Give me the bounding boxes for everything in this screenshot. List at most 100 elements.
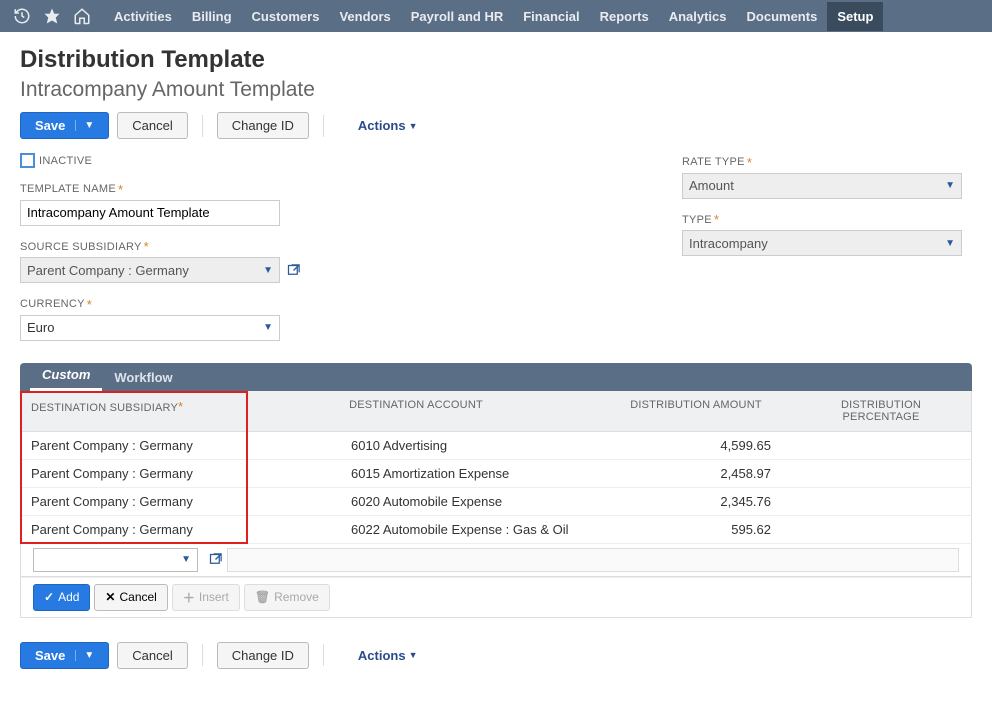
save-button-label: Save — [35, 118, 65, 133]
star-icon[interactable] — [38, 2, 66, 30]
type-value: Intracompany — [689, 236, 768, 251]
plus-icon: ＋ — [183, 589, 195, 606]
col-header-percentage: DISTRIBUTION PERCENTAGE — [791, 391, 971, 431]
actions-menu[interactable]: Actions ▼ — [358, 118, 418, 133]
cell-subsidiary: Parent Company : Germany — [21, 488, 231, 515]
nav-item-customers[interactable]: Customers — [242, 2, 330, 31]
actions-menu-bottom[interactable]: Actions ▼ — [358, 648, 418, 663]
top-nav: ActivitiesBillingCustomersVendorsPayroll… — [0, 0, 992, 32]
save-split-caret[interactable]: ▼ — [75, 120, 94, 131]
grid-header: DESTINATION SUBSIDIARY* DESTINATION ACCO… — [21, 391, 971, 432]
chevron-down-icon: ▼ — [945, 238, 955, 249]
table-row[interactable]: Parent Company : Germany6010 Advertising… — [21, 432, 971, 460]
nav-item-setup[interactable]: Setup — [827, 2, 883, 31]
save-button-bottom[interactable]: Save ▼ — [20, 642, 109, 669]
grid-add-label: Add — [58, 590, 79, 604]
col-header-amount: DISTRIBUTION AMOUNT — [611, 391, 791, 431]
grid-cancel-button[interactable]: ✕ Cancel — [94, 584, 167, 611]
source-subsidiary-label: SOURCE SUBSIDIARY* — [20, 239, 149, 254]
actions-label: Actions — [358, 648, 406, 663]
cell-amount: 4,599.65 — [611, 432, 791, 459]
trash-icon: 🗑 — [255, 590, 270, 604]
inactive-checkbox[interactable] — [20, 153, 35, 168]
template-name-input[interactable] — [20, 200, 280, 226]
save-split-caret[interactable]: ▼ — [75, 650, 94, 661]
cancel-button[interactable]: Cancel — [117, 112, 187, 139]
tab-workflow[interactable]: Workflow — [102, 365, 184, 391]
cell-amount: 2,345.76 — [611, 488, 791, 515]
nav-item-vendors[interactable]: Vendors — [329, 2, 400, 31]
chevron-down-icon: ▼ — [945, 180, 955, 191]
change-id-button-bottom[interactable]: Change ID — [217, 642, 309, 669]
col-header-subsidiary: DESTINATION SUBSIDIARY* — [21, 391, 231, 431]
source-subsidiary-value: Parent Company : Germany — [27, 263, 189, 278]
type-select[interactable]: Intracompany ▼ — [682, 230, 962, 256]
grid-insert-label: Insert — [199, 590, 229, 604]
cancel-button-bottom[interactable]: Cancel — [117, 642, 187, 669]
nav-item-payroll-and-hr[interactable]: Payroll and HR — [401, 2, 513, 31]
grid-add-button[interactable]: ✓ Add — [33, 584, 90, 611]
table-row[interactable]: Parent Company : Germany6022 Automobile … — [21, 516, 971, 544]
cell-subsidiary: Parent Company : Germany — [21, 460, 231, 487]
chevron-down-icon: ▼ — [409, 121, 418, 131]
nav-item-billing[interactable]: Billing — [182, 2, 242, 31]
inactive-label: INACTIVE — [39, 155, 92, 167]
chevron-down-icon: ▼ — [263, 265, 273, 276]
rate-type-label: RATE TYPE* — [682, 155, 752, 170]
col-header-account: DESTINATION ACCOUNT — [231, 391, 611, 431]
page-subtitle: Intracompany Amount Template — [20, 78, 972, 102]
history-icon[interactable] — [8, 2, 36, 30]
nav-item-documents[interactable]: Documents — [737, 2, 828, 31]
bottom-button-bar: Save ▼ Cancel Change ID Actions ▼ — [20, 642, 972, 669]
cell-account: 6010 Advertising — [231, 432, 611, 459]
cell-percentage — [791, 516, 971, 543]
cell-amount: 595.62 — [611, 516, 791, 543]
grid-insert-button: ＋ Insert — [172, 584, 240, 611]
x-icon: ✕ — [105, 590, 115, 604]
cell-subsidiary: Parent Company : Germany — [21, 516, 231, 543]
save-button-label: Save — [35, 648, 65, 663]
separator — [202, 644, 203, 666]
cell-account: 6022 Automobile Expense : Gas & Oil — [231, 516, 611, 543]
nav-item-activities[interactable]: Activities — [104, 2, 182, 31]
popout-icon[interactable] — [208, 552, 223, 567]
chevron-down-icon: ▼ — [263, 322, 273, 333]
change-id-button[interactable]: Change ID — [217, 112, 309, 139]
chevron-down-icon: ▼ — [409, 650, 418, 660]
save-button[interactable]: Save ▼ — [20, 112, 109, 139]
nav-item-reports[interactable]: Reports — [590, 2, 659, 31]
currency-select[interactable]: Euro ▼ — [20, 315, 280, 341]
popout-icon[interactable] — [286, 263, 301, 278]
table-row[interactable]: Parent Company : Germany6015 Amortizatio… — [21, 460, 971, 488]
check-icon: ✓ — [44, 590, 54, 604]
cell-percentage — [791, 432, 971, 459]
cell-account: 6020 Automobile Expense — [231, 488, 611, 515]
grid-remove-button: 🗑 Remove — [244, 584, 330, 611]
rate-type-value: Amount — [689, 178, 734, 193]
home-icon[interactable] — [68, 2, 96, 30]
tab-custom[interactable]: Custom — [30, 362, 102, 391]
distribution-grid: DESTINATION SUBSIDIARY* DESTINATION ACCO… — [20, 391, 972, 618]
currency-value: Euro — [27, 320, 54, 335]
rate-type-select[interactable]: Amount ▼ — [682, 173, 962, 199]
cell-percentage — [791, 460, 971, 487]
top-button-bar: Save ▼ Cancel Change ID Actions ▼ — [20, 112, 972, 139]
chevron-down-icon: ▼ — [181, 554, 191, 565]
grid-button-bar: ✓ Add ✕ Cancel ＋ Insert 🗑 Remove — [21, 577, 971, 617]
tabs-bar: CustomWorkflow — [20, 363, 972, 391]
cell-percentage — [791, 488, 971, 515]
source-subsidiary-select[interactable]: Parent Company : Germany ▼ — [20, 257, 280, 283]
separator — [323, 115, 324, 137]
entry-subsidiary-select[interactable]: ▼ — [33, 548, 198, 572]
grid-cancel-label: Cancel — [119, 590, 156, 604]
table-row[interactable]: Parent Company : Germany6020 Automobile … — [21, 488, 971, 516]
grid-remove-label: Remove — [274, 590, 319, 604]
cell-account: 6015 Amortization Expense — [231, 460, 611, 487]
entry-rest[interactable] — [227, 548, 959, 572]
separator — [202, 115, 203, 137]
cell-amount: 2,458.97 — [611, 460, 791, 487]
nav-item-financial[interactable]: Financial — [513, 2, 589, 31]
nav-item-analytics[interactable]: Analytics — [659, 2, 737, 31]
grid-entry-row: ▼ — [21, 544, 971, 577]
cell-subsidiary: Parent Company : Germany — [21, 432, 231, 459]
